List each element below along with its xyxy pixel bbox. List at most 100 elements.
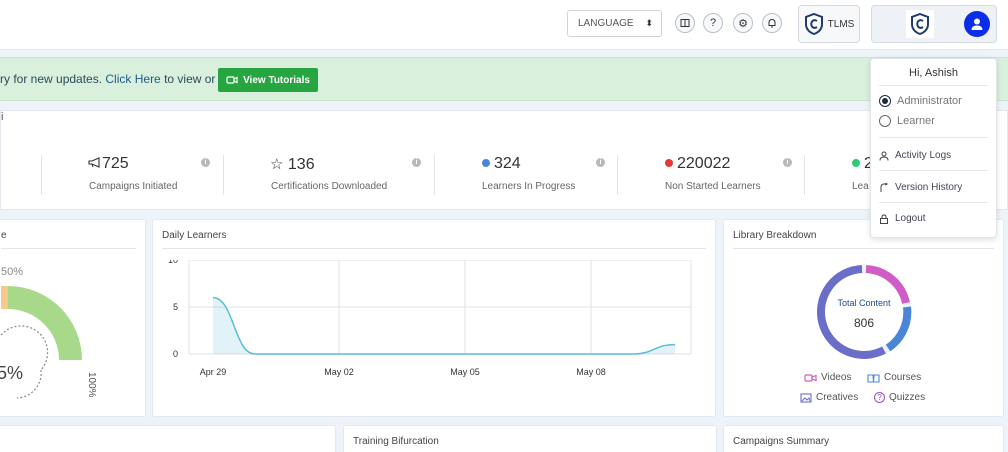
divider [879,137,988,138]
stat-label: Learners In Progress [482,181,576,192]
role-option-administrator[interactable]: Administrator [879,95,962,107]
help-icon[interactable]: ? [703,13,723,33]
library-donut-chart [817,265,912,359]
legend-item-videos[interactable]: Videos [804,372,851,383]
series-line [212,296,676,355]
stat-number: 220022 [677,155,731,172]
gauge-arc-orange [1,286,8,309]
divider [879,85,988,86]
role-label: Learner [897,115,935,127]
stat-value: 725 [88,155,129,173]
training-bifurcation-card: Training Bifurcation [343,425,717,452]
stat-label: Campaigns Initiated [89,181,178,192]
lock-icon [880,213,888,224]
info-icon[interactable]: i [783,158,792,167]
gauge-arc-green [8,286,82,360]
user-icon [879,151,889,161]
stat-learners-in-progress: 324 Learners In Progress i [435,111,617,211]
legend-label: Courses [884,372,922,383]
role-label: Administrator [897,95,962,107]
card-title: e [1,230,7,241]
menu-item-activity-logs[interactable]: Activity Logs [879,150,951,161]
menu-item-version-history[interactable]: Version History [879,182,962,193]
update-banner: ry for new updates. Click Here to view o… [0,57,1008,101]
info-icon[interactable]: i [201,158,210,167]
divider [733,248,994,249]
banner-text-prefix: ry for new updates. [0,72,106,86]
language-select-label: LANGUAGE [578,18,634,29]
avatar[interactable] [964,11,990,37]
status-dot [852,159,860,167]
x-tick-label: May 02 [324,367,354,377]
series-area-fill [213,297,675,354]
daily-learners-chart: 0 5 10 Apr 29 May 02 May 05 May 08 [168,260,692,377]
info-icon[interactable]: i [412,158,421,167]
bottom-left-card [0,425,336,452]
legend-item-creatives[interactable]: Creatives [800,392,858,403]
radio-unselected-icon [879,115,891,127]
gauge-top-label: 50% [1,266,24,278]
company-logo [906,10,934,38]
card-title: Library Breakdown [733,230,817,241]
star-icon: ☆ [270,156,284,173]
status-dot [665,159,673,167]
info-icon[interactable]: i [596,158,605,167]
gear-icon[interactable]: ⚙ [733,13,753,33]
history-icon [880,182,888,192]
menu-item-label: Logout [895,213,926,224]
stat-number: 725 [102,155,129,172]
stat-number: 136 [287,156,315,173]
stat-campaigns-initiated: 725 Campaigns Initiated i [42,111,223,211]
bell-icon[interactable] [762,13,782,33]
card-title: Training Bifurcation [353,436,439,447]
stat-label: Non Started Learners [665,181,761,192]
y-tick-label: 10 [168,260,178,265]
stat-value: ☆ 136 [270,155,315,174]
gauge-card: e 50% 5% 100% [0,219,146,417]
language-select[interactable]: LANGUAGE ⬍ [567,10,662,37]
stat-value: 324 [482,155,521,173]
y-tick-label: 0 [173,349,178,359]
stat-label: Certifications Downloaded [271,181,388,192]
menu-item-logout[interactable]: Logout [879,213,926,224]
book-icon [867,373,880,383]
megaphone-icon [88,157,100,168]
video-icon [226,76,238,84]
legend-label: Quizzes [889,392,926,403]
stat-value: 220022 [665,155,730,173]
chevron-updown-icon: ⬍ [645,18,653,28]
library-breakdown-card: Library Breakdown Total Content 806 Vide… [723,219,1004,417]
x-tick-label: May 05 [450,367,480,377]
stat-label: Lea [852,181,869,192]
status-dot [482,159,490,167]
donut-center-label: Total Content [837,298,891,308]
donut-center-value: 806 [853,316,875,330]
tlms-switcher-button[interactable]: TLMS [798,5,860,43]
view-tutorials-button[interactable]: View Tutorials [218,68,318,92]
question-icon: ? [874,392,885,403]
legend-item-quizzes[interactable]: ? Quizzes [874,392,925,403]
divider [879,202,988,203]
stat-certifications-downloaded: ☆ 136 Certifications Downloaded i [224,111,434,211]
menu-item-label: Version History [895,182,963,193]
campaigns-summary-card: Campaigns Summary [723,425,1004,452]
divider [879,170,988,171]
banner-text-suffix: to view or [160,72,216,86]
gauge-center-value: 5% [0,363,24,383]
x-tick-label: Apr 29 [200,367,227,377]
profile-menu-button[interactable] [871,5,997,43]
image-icon [800,392,812,403]
stat-number: 324 [494,155,521,172]
book-icon[interactable] [675,13,695,33]
user-greeting: Hi, Ashish [909,67,958,79]
radio-selected-icon [879,95,891,107]
legend-item-courses[interactable]: Courses [867,372,921,383]
tlms-label: TLMS [827,18,855,30]
shield-logo-icon [804,13,823,35]
daily-learners-card: Daily Learners 0 5 10 Apr 29 May 02 May 05 May… [152,219,716,417]
role-option-learner[interactable]: Learner [879,115,935,127]
legend-label: Creatives [816,392,859,403]
banner-click-here-link[interactable]: Click Here [105,72,160,86]
video-icon [804,373,817,382]
y-tick-label: 5 [173,302,178,312]
